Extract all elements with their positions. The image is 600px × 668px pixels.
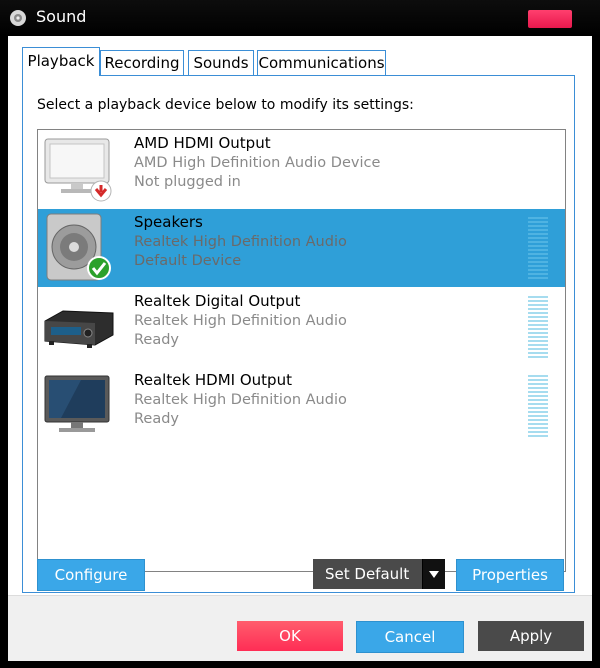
device-name: AMD HDMI Output <box>134 134 271 152</box>
device-item-speakers[interactable]: Speakers Realtek High Definition Audio D… <box>38 209 565 287</box>
window-title: Sound <box>36 7 87 26</box>
speaker-default-icon <box>46 213 111 281</box>
tab-sounds[interactable]: Sounds <box>188 50 254 75</box>
chevron-down-icon <box>429 571 439 578</box>
device-status: Default Device <box>134 253 242 269</box>
properties-button[interactable]: Properties <box>456 559 564 591</box>
device-status: Not plugged in <box>134 174 241 190</box>
instruction-text: Select a playback device below to modify… <box>37 97 414 113</box>
set-default-label: Set Default <box>325 565 410 583</box>
ok-button[interactable]: OK <box>237 621 343 651</box>
close-button[interactable] <box>528 10 572 28</box>
configure-button[interactable]: Configure <box>37 559 145 591</box>
digital-receiver-icon <box>44 310 114 348</box>
device-name: Speakers <box>134 213 203 231</box>
device-driver: AMD High Definition Audio Device <box>134 155 381 171</box>
device-driver: Realtek High Definition Audio <box>134 313 347 329</box>
device-item-realtek-hdmi[interactable]: Realtek HDMI Output Realtek High Definit… <box>38 367 565 445</box>
tab-communications[interactable]: Communications <box>257 50 386 75</box>
set-default-dropdown[interactable] <box>422 559 445 589</box>
device-driver: Realtek High Definition Audio <box>134 392 347 408</box>
device-list: AMD HDMI Output AMD High Definition Audi… <box>37 129 566 572</box>
title-bar: Sound <box>0 0 600 36</box>
device-name: Realtek Digital Output <box>134 292 301 310</box>
set-default-button[interactable]: Set Default <box>313 559 445 589</box>
hdmi-monitor-icon <box>44 375 110 432</box>
cancel-button[interactable]: Cancel <box>356 621 464 653</box>
tab-playback[interactable]: Playback <box>22 47 100 76</box>
device-item-realtek-digital[interactable]: Realtek Digital Output Realtek High Defi… <box>38 288 565 366</box>
monitor-unplugged-icon <box>44 138 112 202</box>
device-name: Realtek HDMI Output <box>134 371 292 389</box>
tab-recording[interactable]: Recording <box>100 50 184 75</box>
volume-meter <box>528 296 548 360</box>
sound-icon <box>10 10 26 26</box>
device-driver: Realtek High Definition Audio <box>134 234 347 250</box>
device-status: Ready <box>134 411 180 427</box>
volume-meter <box>528 217 548 281</box>
volume-meter <box>528 375 548 439</box>
device-status: Ready <box>134 332 180 348</box>
playback-panel: Select a playback device below to modify… <box>22 75 575 593</box>
apply-button[interactable]: Apply <box>478 621 584 651</box>
sound-dialog: Playback Recording Sounds Communications… <box>8 36 592 661</box>
device-item-amd-hdmi[interactable]: AMD HDMI Output AMD High Definition Audi… <box>38 130 565 208</box>
